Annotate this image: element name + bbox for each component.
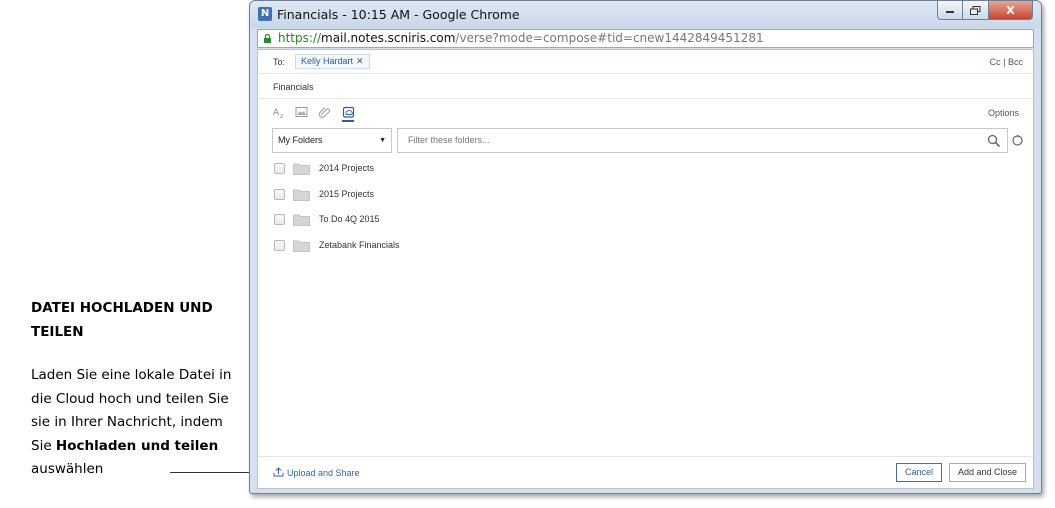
folder-checkbox[interactable] xyxy=(274,188,285,200)
options-link[interactable]: Options xyxy=(988,108,1019,118)
folder-name: To Do 4Q 2015 xyxy=(319,214,380,224)
upload-icon xyxy=(273,467,284,477)
refresh-icon[interactable] xyxy=(1011,134,1024,147)
attachment-link-icon[interactable] xyxy=(318,106,331,118)
folder-item[interactable]: To Do 4Q 2015 xyxy=(274,209,574,235)
upload-and-share-label: Upload and Share xyxy=(287,468,360,478)
compose-page: To: Kelly Hardart ✕ Cc | Bcc Financials A… xyxy=(257,49,1034,489)
title-bar[interactable]: N Financials - 10:15 AM - Google Chrome … xyxy=(250,1,1041,28)
to-row: To: Kelly Hardart ✕ Cc | Bcc xyxy=(258,50,1033,74)
annotation-body: Laden Sie eine lokale Datei in die Cloud… xyxy=(31,364,246,482)
active-tool-indicator xyxy=(342,120,354,122)
to-label: To: xyxy=(273,57,286,67)
address-bar[interactable]: https://mail.notes.scniris.com/verse?mod… xyxy=(257,29,1034,48)
minimize-button[interactable] xyxy=(937,1,963,20)
app-logo-icon: N xyxy=(258,7,272,21)
folder-icon xyxy=(293,240,310,252)
restore-icon xyxy=(970,5,981,15)
url-path: /verse?mode=compose#tid=cnew144284945128… xyxy=(455,31,764,45)
folder-icon xyxy=(293,214,310,226)
folder-checkbox[interactable] xyxy=(274,163,285,174)
svg-text:z: z xyxy=(280,113,283,118)
compose-toolbar: Az Options xyxy=(258,99,1033,125)
url-scheme: https:// xyxy=(278,31,322,45)
folder-icon xyxy=(293,189,310,201)
search-icon[interactable] xyxy=(987,134,1001,148)
folder-source-select[interactable]: My Folders ▼ xyxy=(272,128,392,153)
recipient-chip[interactable]: Kelly Hardart ✕ xyxy=(295,54,370,69)
folder-item[interactable]: Zetabank Financials xyxy=(274,235,574,261)
folder-list: 2014 Projects 2015 Projects To Do 4Q 201… xyxy=(274,158,574,260)
folder-checkbox[interactable] xyxy=(274,214,285,225)
window-title: Financials - 10:15 AM - Google Chrome xyxy=(277,7,520,22)
close-window-button[interactable]: X xyxy=(989,1,1033,20)
folder-source-value: My Folders xyxy=(278,135,323,145)
recipient-name: Kelly Hardart xyxy=(301,56,354,66)
cancel-button[interactable]: Cancel xyxy=(896,463,942,482)
folder-name: 2015 Projects xyxy=(319,188,375,199)
insert-image-icon[interactable] xyxy=(295,106,308,118)
annotation-body-bold: Hochladen und teilen xyxy=(55,437,219,454)
lock-icon xyxy=(264,34,271,43)
url-host: mail.notes.scniris.com xyxy=(321,31,456,45)
svg-text:A: A xyxy=(273,108,280,118)
annotation-body-suffix: auswählen xyxy=(31,461,104,477)
window-controls: X xyxy=(937,1,1033,21)
add-and-close-button[interactable]: Add and Close xyxy=(949,463,1026,482)
folder-filter-input[interactable]: Filter these folders... xyxy=(397,128,1008,153)
text-format-icon[interactable]: Az xyxy=(273,106,286,118)
folder-checkbox[interactable] xyxy=(274,239,285,251)
folder-name: 2014 Projects xyxy=(319,163,375,173)
remove-recipient-icon[interactable]: ✕ xyxy=(356,56,364,66)
annotation-title: DATEI HOCHLADEN UND TEILEN xyxy=(31,300,213,340)
folder-item[interactable]: 2014 Projects xyxy=(274,158,574,184)
filter-placeholder: Filter these folders... xyxy=(408,135,490,145)
upload-and-share-link[interactable]: Upload and Share xyxy=(273,467,360,478)
subject-row[interactable]: Financials xyxy=(258,74,1033,99)
cc-bcc-link[interactable]: Cc | Bcc xyxy=(990,57,1023,67)
folder-name: Zetabank Financials xyxy=(319,239,400,250)
maximize-button[interactable] xyxy=(963,1,989,20)
annotation-callout: DATEI HOCHLADEN UND TEILEN Laden Sie ein… xyxy=(31,296,246,482)
folder-icon xyxy=(293,163,310,175)
browser-window: N Financials - 10:15 AM - Google Chrome … xyxy=(249,0,1042,494)
cloud-files-icon[interactable] xyxy=(342,106,355,118)
minimize-icon xyxy=(946,11,954,13)
dialog-footer: Upload and Share Cancel Add and Close xyxy=(258,456,1033,489)
folder-item[interactable]: 2015 Projects xyxy=(274,184,574,210)
dropdown-arrow-icon: ▼ xyxy=(379,137,386,144)
subject-field[interactable]: Financials xyxy=(273,82,314,92)
